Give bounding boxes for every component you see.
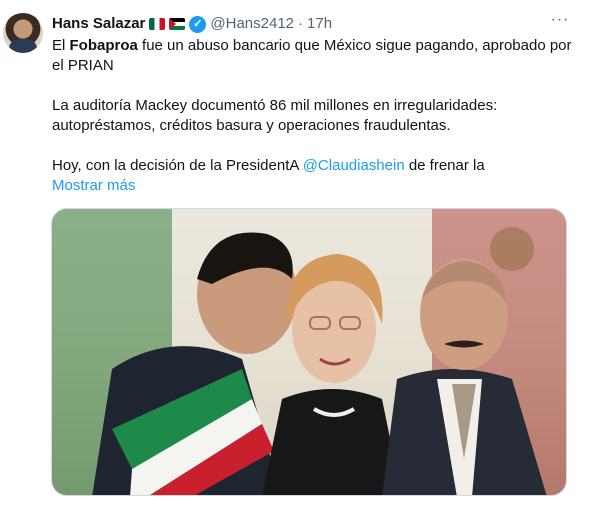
author-name[interactable]: Hans Salazar: [52, 14, 145, 34]
separator-dot: ·: [298, 15, 304, 32]
tweet-paragraph-3: Hoy, con la decisión de la PresidentA @C…: [52, 156, 572, 176]
woman-dress: [262, 389, 402, 495]
show-more-link[interactable]: Mostrar más: [52, 177, 135, 194]
tweet-paragraph-2: La auditoría Mackey documentó 86 mil mil…: [52, 97, 498, 134]
tweet-header: Hans Salazar ✓ @Hans2412 · 17h: [52, 14, 332, 34]
avatar-shirt: [9, 39, 37, 53]
tweet-image[interactable]: [51, 208, 567, 496]
tweet: Hans Salazar ✓ @Hans2412 · 17h ··· El Fo…: [0, 0, 591, 511]
more-options-icon[interactable]: ···: [548, 12, 572, 32]
text-segment: Hoy, con la decisión de la PresidentA: [52, 157, 303, 174]
tweet-text: El Fobaproa fue un abuso bancario que Mé…: [52, 36, 572, 196]
verified-badge-icon[interactable]: ✓: [189, 15, 207, 33]
palestine-flag-icon: [169, 18, 186, 30]
tweet-time[interactable]: 17h: [307, 14, 332, 34]
text-segment: El: [52, 37, 70, 54]
bold-text: Fobaproa: [69, 37, 138, 54]
photo-illustration: [52, 209, 566, 495]
text-segment: de frenar la: [404, 157, 485, 174]
avatar[interactable]: [3, 13, 43, 53]
mexico-flag-icon: [149, 18, 166, 30]
tweet-paragraph-1: El Fobaproa fue un abuso bancario que Mé…: [52, 36, 572, 76]
author-handle[interactable]: @Hans2412: [210, 14, 294, 34]
mention-link[interactable]: @Claudiashein: [303, 157, 405, 174]
backdrop-emblem: [490, 227, 534, 271]
show-more-row: Mostrar más: [52, 176, 572, 196]
